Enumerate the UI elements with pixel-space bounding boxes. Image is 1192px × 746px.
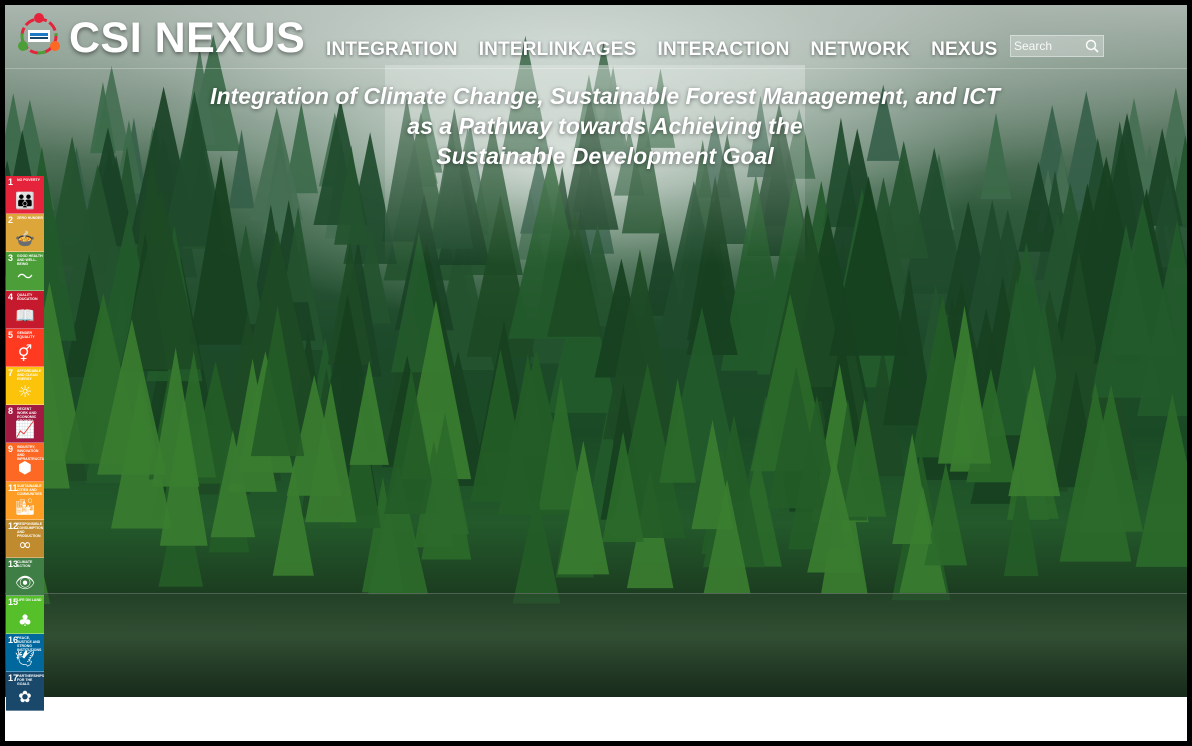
sdg-tile-1[interactable]: 1 No poverty 👪 — [6, 176, 44, 215]
family-icon: 👪 — [15, 191, 35, 210]
tagline-line-3: Sustainable Development Goal — [436, 143, 774, 169]
sun-icon: ☼ — [17, 381, 33, 401]
sdg-tile-5[interactable]: 5 Gender equality ⚥ — [6, 328, 44, 367]
sdg-number: 1 — [8, 177, 14, 187]
sdg-goal-strip: 1 No poverty 👪 2 Zero hunger 🍲 3 Good health an… — [6, 176, 44, 711]
sdg-number: 8 — [8, 406, 14, 417]
sdg-number: 5 — [8, 329, 14, 340]
sdg-label: No poverty — [17, 178, 40, 182]
main-nav: INTEGRATION INTERLINKAGES INTERACTION NE… — [326, 39, 998, 61]
sdg-label: Quality education — [17, 292, 38, 301]
sdg-label: Zero hunger — [17, 216, 43, 221]
sdg-number: 2 — [8, 215, 14, 226]
sdg-tile-12[interactable]: 12 Responsible consumption and production… — [6, 519, 44, 558]
sdg-tile-17[interactable]: 17 Partnerships for the goals ✿ — [6, 672, 44, 711]
sdg-tile-11[interactable]: 11 Sustainable cities and communities 🏙 — [6, 481, 44, 520]
site-title[interactable]: CSI NEXUS — [69, 14, 305, 63]
sdg-label: Sustainable cities and communities — [17, 483, 42, 496]
nav-interaction[interactable]: INTERACTION — [657, 39, 789, 61]
search-icon[interactable] — [1084, 38, 1100, 54]
sdg-tile-16[interactable]: 16 Peace, justice and strong institutions… — [6, 634, 44, 673]
sdg-label: Partnerships for the goals — [17, 674, 44, 687]
sdg-label: Life on land — [17, 598, 42, 603]
sdg-tile-8[interactable]: 8 Decent work and economic growth 📈 — [6, 405, 44, 444]
cubes-icon: ⬢ — [18, 458, 32, 478]
sdg-label: Good health and well-being — [17, 254, 43, 267]
nav-nexus[interactable]: NEXUS — [931, 39, 997, 61]
eye-icon: 👁 — [14, 572, 36, 592]
search-input[interactable] — [1011, 36, 1083, 56]
sdg-label: Climate action — [17, 559, 33, 568]
sdg-tile-3[interactable]: 3 Good health and well-being 〜 — [6, 252, 44, 291]
flower-rings-icon: ✿ — [18, 687, 32, 707]
sdg-tile-7[interactable]: 7 Affordable and clean energy ☼ — [6, 366, 44, 406]
gender-icon: ⚥ — [17, 343, 33, 363]
nav-interlinkages[interactable]: INTERLINKAGES — [479, 39, 637, 61]
sdg-number: 9 — [8, 444, 14, 455]
heartbeat-icon: 〜 — [16, 267, 33, 287]
nav-integration[interactable]: INTEGRATION — [326, 39, 458, 61]
sdg-wheel-logo-icon[interactable] — [15, 12, 63, 60]
site-header: CSI NEXUS INTEGRATION INTERLINKAGES INTE… — [5, 5, 1187, 69]
tagline-line-2: as a Pathway towards Achieving the — [407, 113, 803, 139]
sdg-tile-2[interactable]: 2 Zero hunger 🍲 — [6, 214, 44, 253]
lake-reflection — [5, 593, 1187, 697]
sdg-label: Affordable and clean energy — [17, 368, 42, 381]
sdg-tile-13[interactable]: 13 Climate action 👁 — [6, 557, 44, 597]
footer-white-band — [5, 697, 1187, 741]
sdg-number: 3 — [8, 253, 14, 264]
hero-tagline: Integration of Climate Change, Sustainab… — [125, 81, 1085, 171]
buildings-icon: 🏙 — [14, 496, 36, 516]
dove-icon: 🕊 — [14, 649, 36, 669]
sdg-label: Gender equality — [17, 330, 35, 339]
book-icon: 📖 — [15, 305, 35, 325]
infinity-icon: ∞ — [18, 534, 32, 554]
page-frame: CSI NEXUS INTEGRATION INTERLINKAGES INTE… — [5, 5, 1187, 741]
search-box — [1010, 35, 1104, 57]
nav-network[interactable]: NETWORK — [811, 39, 911, 61]
sdg-number: 7 — [8, 367, 14, 378]
sdg-tile-15[interactable]: 15 Life on land ♣ — [6, 596, 44, 635]
bowl-icon: 🍲 — [15, 229, 35, 249]
tagline-line-1: Integration of Climate Change, Sustainab… — [210, 83, 1000, 109]
sdg-number: 4 — [8, 291, 14, 302]
growth-chart-icon: 📈 — [15, 420, 35, 440]
sdg-tile-9[interactable]: 9Industry, innovation and infrastructure… — [6, 443, 44, 482]
sdg-tile-4[interactable]: 4 Quality education 📖 — [6, 290, 44, 329]
tree-bird-icon: ♣ — [17, 611, 33, 631]
